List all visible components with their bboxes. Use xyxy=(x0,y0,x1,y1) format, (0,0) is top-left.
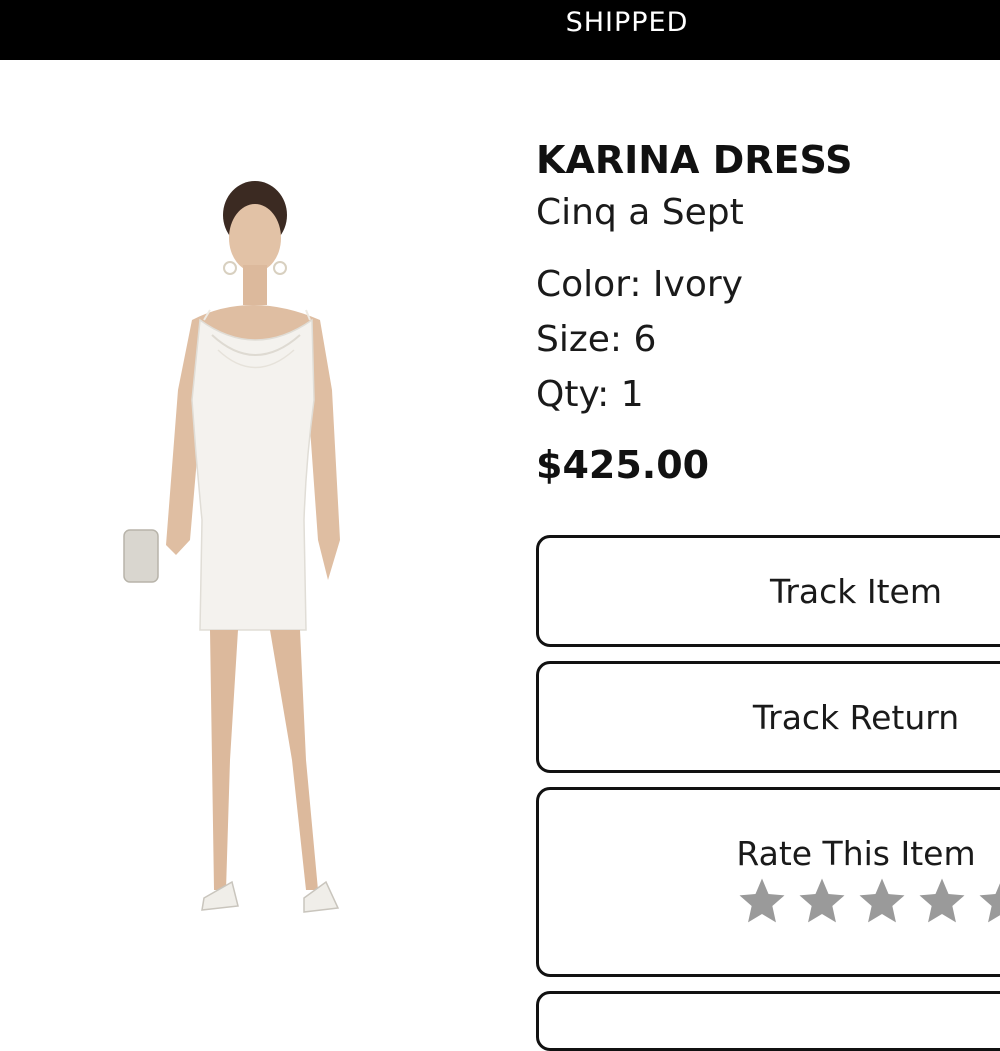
product-size: Size: 6 xyxy=(536,319,657,360)
star-icon-1[interactable] xyxy=(735,874,789,928)
star-rating[interactable] xyxy=(735,874,1000,928)
product-price: $425.00 xyxy=(536,443,710,487)
star-icon-2[interactable] xyxy=(795,874,849,928)
track-item-label: Track Item xyxy=(770,572,942,611)
rate-item-label: Rate This Item xyxy=(736,834,976,873)
track-return-label: Track Return xyxy=(752,698,960,737)
order-status-label: SHIPPED xyxy=(565,6,689,38)
product-image[interactable] xyxy=(100,160,370,940)
track-return-button[interactable]: Track Return xyxy=(536,661,1000,773)
product-name[interactable]: KARINA DRESS xyxy=(536,138,853,182)
product-brand[interactable]: Cinq a Sept xyxy=(536,192,744,233)
model-in-dress-image xyxy=(123,181,340,913)
order-status-bar: SHIPPED xyxy=(0,0,1000,60)
next-action-button[interactable] xyxy=(536,991,1000,1051)
track-item-button[interactable]: Track Item xyxy=(536,535,1000,647)
star-icon-3[interactable] xyxy=(855,874,909,928)
rate-item-card[interactable]: Rate This Item xyxy=(536,787,1000,977)
star-icon-5[interactable] xyxy=(975,874,1000,928)
product-quantity: Qty: 1 xyxy=(536,374,644,415)
star-icon-4[interactable] xyxy=(915,874,969,928)
product-color: Color: Ivory xyxy=(536,264,743,305)
